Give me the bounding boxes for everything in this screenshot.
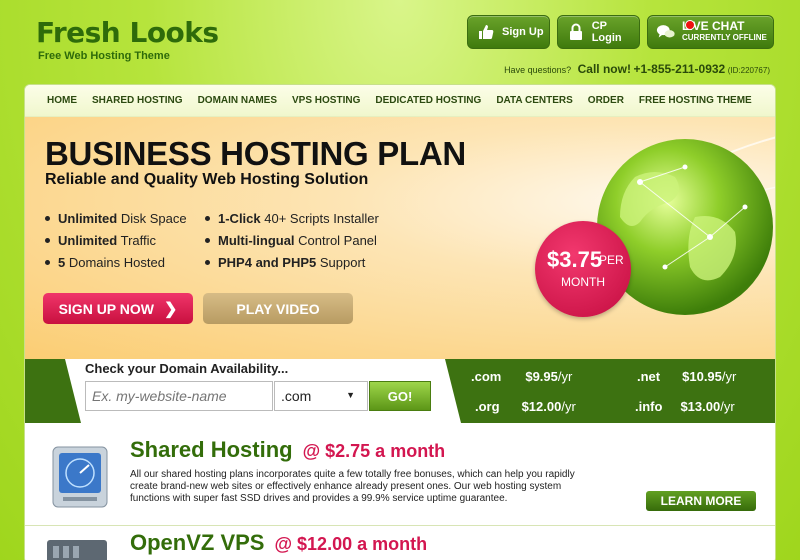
product-price: @ $2.75 a month [302,441,446,461]
price-per: PER [599,253,624,267]
nav-vps-hosting[interactable]: VPS HOSTING [292,95,360,106]
dropdown-arrow-icon: ▼ [346,390,355,400]
feature-item: 5 Domains Hosted [45,255,165,270]
learn-more-button[interactable]: LEARN MORE [646,491,756,511]
product-title: Shared Hosting @ $2.75 a month [130,437,445,463]
tld-price-net: .net $10.95/yr [637,369,737,384]
questions-label: Have questions? [504,65,572,75]
domain-go-button[interactable]: GO! [369,381,431,411]
product-name[interactable]: Shared Hosting [130,437,293,462]
signup-button[interactable]: Sign Up [467,15,550,49]
play-video-button[interactable]: PLAY VIDEO [203,293,353,324]
live-chat-button[interactable]: LIVE CHAT CURRENTLY OFFLINE [647,15,774,49]
offline-status-icon [685,20,695,30]
contact-id: (ID:220767) [727,66,770,75]
nav-dedicated-hosting[interactable]: DEDICATED HOSTING [375,95,481,106]
live-chat-status: CURRENTLY OFFLINE [682,33,767,42]
call-label: Call now! [577,62,631,76]
contact-info: Have questions? Call now! +1-855-211-093… [504,62,770,76]
tld-price-info: .info $13.00/yr [635,399,735,414]
sign-up-now-button[interactable]: SIGN UP NOW ❯ [43,293,193,324]
cp-login-label: CP Login [591,20,622,44]
domain-search-bar: Check your Domain Availability... .com ▼… [25,359,775,423]
feature-item: Unlimited Disk Space [45,211,187,226]
tld-price-com: .com $9.95/yr [471,369,573,384]
logo-title[interactable]: Fresh Looks [36,16,219,49]
nav-data-centers[interactable]: DATA CENTERS [496,95,572,106]
feature-item: 1-Click 40+ Scripts Installer [205,211,379,226]
tld-selected-value: .com [281,388,312,404]
feature-item: PHP4 and PHP5 Support [205,255,365,270]
vps-server-icon [47,540,107,560]
product-title: OpenVZ VPS @ $12.00 a month [130,530,427,556]
price-period: MONTH [561,275,605,289]
domain-check-label: Check your Domain Availability... [85,361,289,376]
price-amount: $3.75 [547,247,603,272]
tld-price-org: .org $12.00/yr [475,399,576,414]
domain-search-input[interactable] [85,381,273,411]
chevron-right-icon: ❯ [164,300,178,318]
hero-title: BUSINESS HOSTING PLAN [45,135,466,172]
hero-banner: BUSINESS HOSTING PLAN Reliable and Quali… [25,117,775,359]
chat-bubbles-icon [656,22,676,42]
nav-shared-hosting[interactable]: SHARED HOSTING [92,95,183,106]
sign-up-now-label: SIGN UP NOW [58,300,154,317]
lock-icon [566,22,586,42]
nav-home[interactable]: HOME [47,95,77,106]
product-shared-hosting: Shared Hosting @ $2.75 a month All our sh… [25,431,775,525]
thumbs-up-icon [476,22,496,42]
logo-subtitle: Free Web Hosting Theme [38,50,170,62]
product-description: All our shared hosting plans incorporate… [130,469,575,504]
phone-number[interactable]: +1-855-211-0932 [633,62,725,76]
cp-login-button[interactable]: CP Login [557,15,640,49]
signup-label: Sign Up [502,26,544,38]
price-badge: $3.75 PER MONTH [535,221,631,317]
main-container: HOME SHARED HOSTING DOMAIN NAMES VPS HOS… [24,84,776,560]
main-nav: HOME SHARED HOSTING DOMAIN NAMES VPS HOS… [25,85,775,117]
hero-subtitle: Reliable and Quality Web Hosting Solutio… [45,171,369,188]
product-name[interactable]: OpenVZ VPS [130,530,264,555]
server-icon [52,446,108,508]
product-openvz-vps: OpenVZ VPS @ $12.00 a month [25,526,775,560]
tld-select[interactable]: .com ▼ [274,381,368,411]
nav-domain-names[interactable]: DOMAIN NAMES [198,95,277,106]
nav-free-hosting-theme[interactable]: FREE HOSTING THEME [639,95,752,106]
feature-item: Unlimited Traffic [45,233,156,248]
product-price: @ $12.00 a month [274,534,428,554]
nav-order[interactable]: ORDER [588,95,624,106]
feature-item: Multi-lingual Control Panel [205,233,377,248]
